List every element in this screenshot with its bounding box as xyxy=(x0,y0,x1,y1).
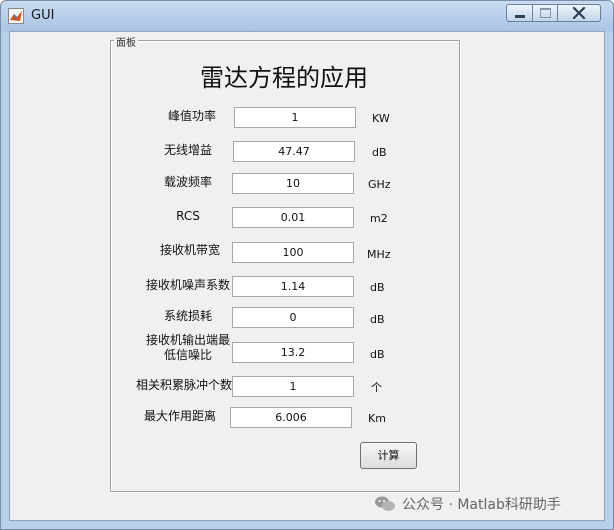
label-carrier-frequency: 载波频率 xyxy=(163,175,212,189)
input-system-loss[interactable]: 0 xyxy=(232,307,354,328)
label-antenna-gain: 无线增益 xyxy=(163,143,212,157)
wechat-icon xyxy=(375,496,395,511)
label-min-snr-line2: 低信噪比 xyxy=(163,348,212,362)
unit-carrier-frequency: GHz xyxy=(368,178,391,191)
unit-max-range: Km xyxy=(368,412,386,425)
unit-peak-power: KW xyxy=(372,112,390,125)
input-peak-power[interactable]: 1 xyxy=(234,107,356,128)
input-receiver-noise-figure[interactable]: 1.14 xyxy=(232,276,354,297)
watermark: 公众号 · Matlab科研助手 xyxy=(374,494,561,514)
page-title: 雷达方程的应用 xyxy=(200,64,368,92)
input-rcs[interactable]: 0.01 xyxy=(232,207,354,228)
unit-integrated-pulses: 个 xyxy=(371,381,382,394)
label-integrated-pulses: 相关积累脉冲个数 xyxy=(135,378,232,392)
input-receiver-bandwidth[interactable]: 100 xyxy=(232,242,354,263)
maximize-button[interactable] xyxy=(532,4,558,22)
close-icon xyxy=(572,7,586,19)
unit-receiver-noise-figure: dB xyxy=(370,281,385,294)
calculate-button[interactable]: 计算 xyxy=(360,442,417,469)
label-system-loss: 系统损耗 xyxy=(163,309,212,323)
unit-rcs: m2 xyxy=(370,212,388,225)
label-min-snr: 接收机输出端最 低信噪比 xyxy=(128,333,248,363)
input-min-snr[interactable]: 13.2 xyxy=(232,342,354,363)
output-max-range[interactable]: 6.006 xyxy=(230,407,352,428)
window-title: GUI xyxy=(31,8,55,23)
unit-antenna-gain: dB xyxy=(372,146,387,159)
unit-receiver-bandwidth: MHz xyxy=(367,248,391,261)
label-max-range: 最大作用距离 xyxy=(143,409,216,423)
minimize-button[interactable] xyxy=(506,4,533,22)
unit-min-snr: dB xyxy=(370,348,385,361)
minimize-icon xyxy=(514,14,525,18)
maximize-icon xyxy=(539,8,551,18)
input-integrated-pulses[interactable]: 1 xyxy=(232,376,354,397)
title-bar[interactable]: GUI xyxy=(1,1,613,31)
figure-client-area: 面板 雷达方程的应用 峰值功率 1 KW 无线增益 47.47 dB 载波频率 … xyxy=(9,31,605,521)
label-min-snr-line1: 接收机输出端最 xyxy=(145,333,230,347)
close-button[interactable] xyxy=(557,4,601,22)
unit-system-loss: dB xyxy=(370,313,385,326)
matlab-icon xyxy=(8,8,24,24)
input-antenna-gain[interactable]: 47.47 xyxy=(233,141,355,162)
input-carrier-frequency[interactable]: 10 xyxy=(232,173,354,194)
panel-title: 面板 xyxy=(114,34,138,49)
label-rcs: RCS xyxy=(176,209,200,223)
app-window: GUI 面板 雷达方程的应用 峰值功率 1 KW 无线增益 47.47 dB 载… xyxy=(0,0,614,530)
watermark-text: 公众号 · Matlab科研助手 xyxy=(402,497,561,513)
